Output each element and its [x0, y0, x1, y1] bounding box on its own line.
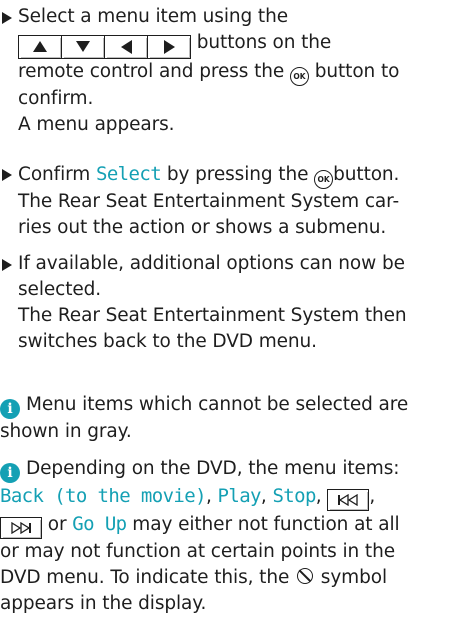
- note2-line6: appears in the display.: [0, 593, 207, 614]
- step1-line3b: button to: [314, 60, 400, 82]
- step-bullet-icon: [2, 169, 12, 181]
- note1-line2: shown in gray.: [0, 421, 132, 442]
- note2-line3-tail: may either not function at all: [132, 514, 400, 535]
- step-bullet-icon: [2, 259, 12, 271]
- step3-result1: The Rear Seat Entertainment System then: [18, 305, 407, 326]
- step1-line2: buttons on the: [18, 30, 461, 59]
- skip-back-icon: [327, 489, 370, 511]
- right-key-icon: [147, 35, 190, 58]
- step2-line1: Confirm Select by pressing the OK button.: [18, 161, 461, 189]
- step2-result1: The Rear Seat Entertainment System car-: [18, 191, 400, 212]
- up-key-icon: [19, 36, 61, 58]
- step1-result: A menu appears.: [18, 113, 175, 135]
- separator: ,: [205, 486, 212, 507]
- ok-button-icon: OK: [314, 170, 334, 189]
- note-gray-items: i Menu items which cannot be selected are…: [0, 392, 460, 445]
- step-bullet-icon: [2, 12, 12, 24]
- note2-line5: DVD menu. To indicate this, the symbol: [0, 565, 460, 591]
- skip-forward-icon: [0, 517, 42, 539]
- note2-line5a: DVD menu. To indicate this, the: [0, 567, 290, 588]
- info-circle-icon: i: [0, 463, 20, 483]
- down-key-icon: [61, 35, 104, 58]
- note1-text1: Menu items which cannot be selected are: [26, 394, 409, 415]
- step2-suffix-b: button.: [333, 164, 400, 185]
- note2-line5b: symbol: [320, 567, 388, 588]
- step-confirm-select: Confirm Select by pressing the OK button.…: [0, 161, 461, 241]
- step1-line1: Select a menu item using the: [18, 6, 288, 27]
- navigation-keys: [18, 34, 191, 59]
- menu-item-play: Play: [217, 485, 262, 507]
- select-menu-label: Select: [96, 163, 162, 185]
- note1-line1: i Menu items which cannot be selected are: [0, 392, 460, 419]
- step-select-menu-item: Select a menu item using the buttons on …: [0, 4, 461, 138]
- ok-button-icon: OK: [289, 66, 309, 86]
- menu-item-go-up: Go Up: [72, 513, 127, 535]
- separator: ,: [369, 486, 376, 507]
- step3-line1: If available, additional options can now…: [18, 253, 405, 274]
- step2-result2: ries out the action or shows a submenu.: [18, 217, 387, 238]
- separator: ,: [315, 486, 322, 507]
- note2-line4: or may not function at certain points in…: [0, 541, 395, 562]
- step1-line4: confirm.: [18, 87, 94, 109]
- manual-page: Select a menu item using the buttons on …: [0, 0, 461, 643]
- note2-or: or: [47, 514, 67, 535]
- note2-text1: Depending on the DVD, the menu items:: [26, 458, 400, 479]
- step1-line3a: remote control and press the: [18, 60, 285, 82]
- step2-suffix-a: by pressing the: [166, 164, 309, 185]
- separator: ,: [260, 486, 267, 507]
- left-key-icon: [104, 35, 147, 58]
- note2-line3: or Go Up may either not function at all: [0, 511, 460, 539]
- note2-line2: Back (to the movie), Play, Stop, ,: [0, 483, 460, 511]
- step2-prefix: Confirm: [18, 164, 91, 185]
- note-dvd-menu-items: i Depending on the DVD, the menu items: B…: [0, 456, 460, 617]
- note2-line1: i Depending on the DVD, the menu items:: [0, 456, 460, 483]
- step3-line2: selected.: [18, 279, 102, 300]
- info-circle-icon: i: [0, 399, 20, 419]
- step-additional-options: If available, additional options can now…: [0, 251, 461, 355]
- menu-item-stop: Stop: [272, 485, 316, 507]
- step1-buttons-suffix: buttons on the: [196, 32, 332, 53]
- step1-line3: remote control and press the OK button t…: [18, 59, 461, 86]
- step3-result2: switches back to the DVD menu.: [18, 331, 317, 352]
- prohibited-symbol-icon: [297, 568, 314, 584]
- menu-item-back: Back (to the movie): [0, 485, 207, 507]
